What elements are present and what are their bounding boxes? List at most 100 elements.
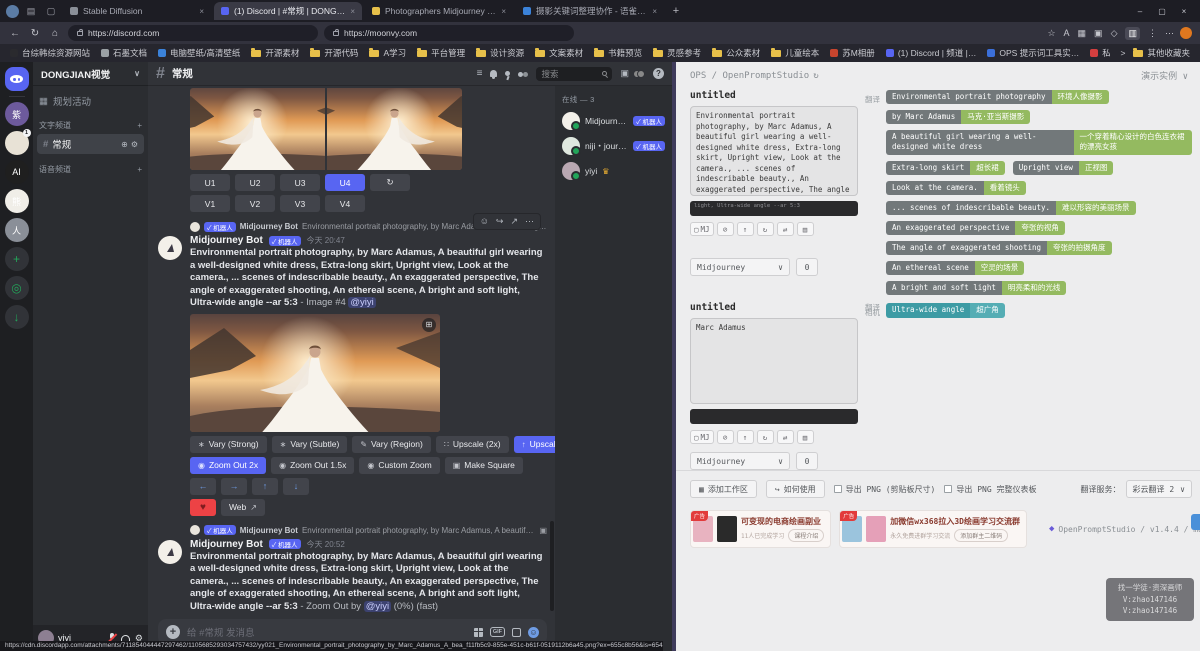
prompt-tool-button[interactable]: ▤ <box>797 222 814 236</box>
zoom-button[interactable]: ◉Zoom Out 1.5x <box>271 457 354 474</box>
back-icon[interactable]: ← <box>8 28 22 39</box>
bookmark-item[interactable]: 设计资源 <box>476 47 524 59</box>
how-to-use-button[interactable]: ↪ 如何使用 <box>766 480 825 498</box>
edge-profile-icon[interactable] <box>1180 27 1192 39</box>
bookmark-item[interactable]: 开源素材 <box>251 47 299 59</box>
bookmark-item[interactable]: 私人美术馆.pdf… <box>1090 47 1109 59</box>
voice-channels-section[interactable]: 语音频道 + <box>33 164 148 175</box>
prompt-tool-button[interactable]: ⊘ <box>717 430 734 444</box>
download-apps-button[interactable]: ↓ <box>5 305 29 329</box>
vary-button[interactable]: ✎Vary (Region) <box>352 436 431 453</box>
prompt-tool-button[interactable]: ▤ <box>797 430 814 444</box>
maximize-button[interactable]: ▢ <box>1152 2 1172 20</box>
message-author[interactable]: Midjourney Bot <box>190 539 263 550</box>
close-button[interactable]: × <box>1174 2 1194 20</box>
member-list-icon[interactable] <box>518 70 528 77</box>
prompt-tag[interactable]: Environmental portrait photography 环境人像摄… <box>886 90 1109 104</box>
discord-home-button[interactable] <box>5 67 29 91</box>
refresh-icon[interactable]: ↻ <box>28 28 42 39</box>
upscale-button[interactable]: U2 <box>235 174 275 191</box>
web-button[interactable]: Web↗ <box>221 499 265 516</box>
tab-close-icon[interactable]: × <box>652 7 657 16</box>
server-icon[interactable]: 紫 <box>5 102 29 126</box>
bookmarks-overflow-chevron[interactable]: > <box>1121 48 1126 58</box>
search-input[interactable]: 搜索 <box>536 67 612 81</box>
ad-card[interactable]: 广告 可变现的电商绘画副业 11人已完成学习 课程介绍 <box>690 510 831 548</box>
translate-service-select[interactable]: 彩云翻译 2 ∨ <box>1126 480 1192 498</box>
prompt-tag[interactable]: by Marc Adamus 马克·亚当斯摄影 <box>886 110 1030 124</box>
variation-button[interactable]: V4 <box>325 195 365 212</box>
add-channel-icon[interactable]: + <box>137 121 142 130</box>
zoom-button[interactable]: ◉Custom Zoom <box>359 457 439 474</box>
prompt-tag[interactable]: The angle of exaggerated shooting 夸张的拍摄角… <box>886 241 1112 255</box>
bookmark-item[interactable]: (1) Discord | 频道 |… <box>886 47 977 59</box>
add-workspace-button[interactable]: ▦ 添加工作区 <box>690 480 757 498</box>
bookmark-item[interactable]: A学习 <box>369 47 406 59</box>
bookmark-item[interactable]: OPS 提示词工具实… <box>987 47 1079 59</box>
doc-title[interactable]: untitled <box>690 90 860 101</box>
ad-button[interactable]: 添加群主二维码 <box>954 529 1008 542</box>
bookmark-item[interactable]: 开源代码 <box>310 47 358 59</box>
threads-icon[interactable]: ≡ <box>477 68 483 79</box>
bookmark-item[interactable]: 石墨文档 <box>101 47 147 59</box>
mention[interactable]: @yiyi <box>348 297 375 308</box>
new-tab-button[interactable]: + <box>668 3 684 19</box>
inbox-icon[interactable]: ▣ <box>620 68 629 79</box>
url-field-left[interactable]: https://discord.com <box>68 25 318 41</box>
gift-icon[interactable] <box>474 628 483 637</box>
sidebar-item-events[interactable]: ▦ 规划活动 <box>39 94 142 108</box>
variation-button[interactable]: V2 <box>235 195 275 212</box>
variation-button[interactable]: V1 <box>190 195 230 212</box>
export-png-full-checkbox[interactable]: 导出 PNG 完整仪表板 <box>944 484 1036 495</box>
browser-toolbar-icon[interactable]: A <box>1064 28 1070 38</box>
bookmark-item[interactable]: 台综韩综资源网站 <box>10 47 90 59</box>
zoom-button[interactable]: ▣Make Square <box>445 457 523 474</box>
browser-tab[interactable]: Photographers Midjourney 关键词 × <box>365 2 513 20</box>
bookmark-item[interactable]: 电脑壁纸/高清壁纸 <box>158 47 240 59</box>
member-item[interactable]: yiyi ♛ <box>562 162 665 180</box>
minimize-button[interactable]: – <box>1130 2 1150 20</box>
prompt-tag[interactable]: Look at the camera. 看着镜头 <box>886 181 1026 195</box>
sync-icon[interactable]: ↻ <box>813 71 818 81</box>
tab-close-icon[interactable]: × <box>199 7 204 16</box>
avatar[interactable] <box>158 236 182 260</box>
mention[interactable]: @yiyi <box>364 601 391 612</box>
prompt-tag[interactable]: A bright and soft light 明亮柔和的光线 <box>886 281 1066 295</box>
prompt-tool-button[interactable]: ↑ <box>737 222 754 236</box>
prompt-tool-button[interactable]: ▢MJ <box>690 430 714 444</box>
compiled-prompt-bar[interactable] <box>690 409 858 424</box>
browser-toolbar-icon[interactable]: ◇ <box>1111 28 1118 39</box>
prompt-tool-button[interactable]: ↑ <box>737 430 754 444</box>
sticker-icon[interactable] <box>512 628 521 637</box>
vary-button[interactable]: ↑Upscale (4x) <box>514 436 555 453</box>
engine-select[interactable]: Midjourney ∨ <box>690 452 790 470</box>
variation-button[interactable]: V3 <box>280 195 320 212</box>
home-icon[interactable]: ⌂ <box>48 28 62 39</box>
prompt-tool-button[interactable]: ⇄ <box>777 430 794 444</box>
prompt-tag[interactable]: Upright view 正视图 <box>1013 161 1114 175</box>
message-author[interactable]: Midjourney Bot <box>190 235 263 246</box>
prompt-tag[interactable]: A beautiful girl wearing a well-designed… <box>886 130 1192 154</box>
bookmark-item[interactable]: 公众素材 <box>712 47 760 59</box>
prompt-tag[interactable]: Extra-long skirt 超长裙 <box>886 161 1005 175</box>
prompt-tag[interactable]: An ethereal scene 空灵的场景 <box>886 261 1024 275</box>
emoji-picker-icon[interactable]: ☺ <box>528 627 539 638</box>
prompt-tag[interactable]: ... scenes of indescribable beauty. 难以形容… <box>886 201 1136 215</box>
server-icon[interactable]: 1 <box>5 131 29 155</box>
text-channels-section[interactable]: 文字频道 + <box>33 120 148 131</box>
bookmark-item[interactable]: 灵感参考 <box>653 47 701 59</box>
pan-button[interactable]: ↑ <box>252 478 278 495</box>
vary-button[interactable]: ∗Vary (Subtle) <box>272 436 348 453</box>
prompt-tool-button[interactable]: ↻ <box>757 430 774 444</box>
avatar[interactable] <box>158 540 182 564</box>
prompt-tool-button[interactable]: ⇄ <box>777 222 794 236</box>
add-reaction-icon[interactable]: ☺ <box>480 216 489 227</box>
grid-image-1[interactable] <box>190 88 325 170</box>
browser-tab[interactable]: Stable Diffusion × <box>63 2 211 20</box>
browser-toolbar-icon[interactable]: ▣ <box>1094 28 1103 39</box>
tab-close-icon[interactable]: × <box>350 7 355 16</box>
help-icon[interactable]: ? <box>653 68 664 79</box>
invite-icon[interactable]: ⊕ <box>121 140 128 149</box>
workspace-icon[interactable]: ▤ <box>23 3 39 19</box>
upscale-button[interactable]: ↻ <box>370 174 410 191</box>
